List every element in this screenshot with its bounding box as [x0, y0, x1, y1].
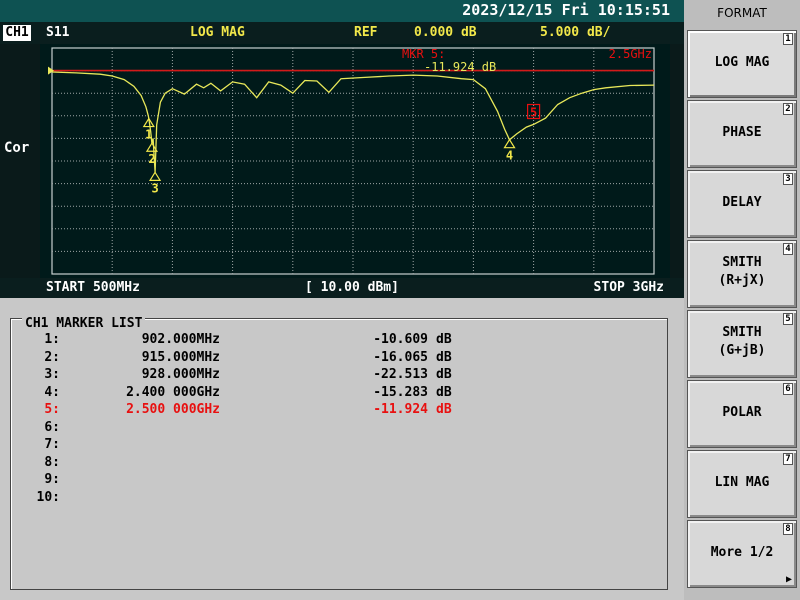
- marker-frequency: 902.000MHz: [141, 332, 220, 347]
- marker-list-row[interactable]: 3: 928.000MHz -22.513 dB: [30, 367, 452, 385]
- correction-label: Cor: [4, 140, 30, 156]
- marker-index: 4:: [44, 384, 60, 400]
- marker-list-row[interactable]: 2: 915.000MHz -16.065 dB: [30, 349, 452, 368]
- marker-value: -16.065: [373, 349, 428, 365]
- marker-list-row[interactable]: 7:: [30, 437, 436, 455]
- start-frequency: START 500MHz: [46, 280, 140, 295]
- marker-index: 7:: [44, 437, 60, 452]
- scale-value: 5.000 dB/: [540, 25, 611, 40]
- marker-label: 3: [151, 181, 158, 195]
- ref-label: REF: [354, 25, 378, 40]
- softkey-smith-rjx[interactable]: 4 SMITH (R+jX): [687, 240, 797, 308]
- softkey-polar[interactable]: 6 POLAR: [687, 380, 797, 448]
- marker-index: 8:: [44, 454, 60, 470]
- channel-header: CH1 S11 LOG MAG REF 0.000 dB 5.000 dB/: [0, 22, 684, 44]
- stop-frequency: STOP 3GHz: [593, 280, 664, 295]
- marker-frequency: 2.400 000GHz: [126, 384, 220, 400]
- marker-index: 2:: [44, 349, 60, 365]
- marker-unit: dB: [436, 384, 452, 400]
- marker-list-row[interactable]: 8:: [30, 455, 436, 473]
- softkey-label: More 1/2: [710, 545, 774, 560]
- softkey-number: 7: [783, 453, 793, 465]
- softkey-panel: FORMAT 1 LOG MAG 2 PHASE 3 DELAY 4 SMITH (R+jX) 5…: [684, 0, 800, 600]
- active-marker-value: -11.924 dB: [424, 60, 496, 74]
- format-label: LOG MAG: [190, 25, 245, 40]
- marker-unit: dB: [436, 402, 452, 417]
- channel-label[interactable]: CH1: [3, 25, 31, 41]
- marker-list-row[interactable]: 5: 2.500 000GHz -11.924 dB: [30, 402, 452, 420]
- reference-pointer-icon: [48, 66, 54, 75]
- marker-index: 9:: [44, 472, 60, 487]
- ref-value: 0.000 dB: [414, 25, 477, 40]
- softkey-lin-mag[interactable]: 7 LIN MAG: [687, 450, 797, 518]
- softkey-sublabel: (R+jX): [718, 273, 766, 288]
- softkey-number: 3: [783, 173, 793, 185]
- softkey-label: LIN MAG: [714, 475, 770, 490]
- datetime: 2023/12/15 Fri 10:15:51: [462, 1, 670, 19]
- softkey-log-mag[interactable]: 1 LOG MAG: [687, 30, 797, 98]
- marker-list-row[interactable]: 10:: [30, 490, 436, 508]
- marker-index: 5:: [44, 402, 60, 417]
- marker-index: 1:: [44, 332, 60, 347]
- marker-label: 2: [148, 152, 155, 166]
- softkey-label: PHASE: [722, 125, 762, 140]
- softkey-label: SMITH: [722, 255, 762, 270]
- marker-frequency: 928.000MHz: [141, 367, 220, 382]
- softkey-smith-gjb[interactable]: 5 SMITH (G+jB): [687, 310, 797, 378]
- softkey-number: 4: [783, 243, 793, 255]
- marker-list-title: CH1 MARKER LIST: [22, 316, 146, 331]
- marker-value: -10.609: [373, 332, 428, 347]
- marker-unit: dB: [436, 367, 452, 382]
- marker-list-row[interactable]: 4: 2.400 000GHz -15.283 dB: [30, 384, 452, 403]
- softkey-number: 5: [783, 313, 793, 325]
- marker-label: 5: [530, 105, 537, 119]
- softkey-phase[interactable]: 2 PHASE: [687, 100, 797, 168]
- status-bar: 2023/12/15 Fri 10:15:51: [0, 0, 684, 22]
- marker-label: 4: [506, 149, 513, 163]
- softkey-label: LOG MAG: [714, 55, 770, 70]
- marker-list-panel: CH1 MARKER LIST 1: 902.000MHz -10.609 dB 2: 9…: [0, 298, 684, 600]
- softkey-menu-title: FORMAT: [717, 6, 767, 20]
- marker-unit: dB: [436, 332, 452, 347]
- source-power: [ 10.00 dBm]: [305, 280, 399, 295]
- marker-unit: dB: [436, 349, 452, 365]
- parameter-label: S11: [46, 25, 70, 40]
- marker-value: -22.513: [373, 367, 428, 382]
- softkey-number: 6: [783, 383, 793, 395]
- marker-triangle-icon: [503, 138, 516, 149]
- softkey-delay[interactable]: 3 DELAY: [687, 170, 797, 238]
- softkey-sublabel: (G+jB): [718, 343, 766, 358]
- marker-frequency: 915.000MHz: [141, 349, 220, 365]
- marker-index: 6:: [44, 419, 60, 435]
- softkey-label: SMITH: [722, 325, 762, 340]
- active-marker-label: MKR 5:: [402, 47, 445, 61]
- marker-index: 3:: [44, 367, 60, 382]
- marker-list-row[interactable]: 1: 902.000MHz -10.609 dB: [30, 332, 452, 350]
- active-marker-frequency: 2.5GHz: [609, 47, 652, 61]
- more-arrow-icon: ▶: [785, 574, 792, 585]
- sweep-info-bar: START 500MHz [ 10.00 dBm] STOP 3GHz: [0, 278, 684, 298]
- softkey-number: 2: [783, 103, 793, 115]
- marker-triangle-icon: [148, 171, 162, 181]
- marker-list-row[interactable]: 6:: [30, 420, 436, 438]
- marker-frequency: 2.500 000GHz: [126, 402, 220, 417]
- trace-plot-svg: 1 2 3 4 5 MKR 5: 2.5GHz -11.924 dB: [48, 47, 655, 275]
- marker-value: -11.924: [373, 402, 428, 417]
- marker-list-row[interactable]: 9:: [30, 472, 436, 490]
- softkey-more-1-2[interactable]: 8 More 1/2 ▶: [687, 520, 797, 588]
- marker-index: 10:: [36, 489, 60, 505]
- softkey-number: 8: [783, 523, 793, 535]
- softkey-label: DELAY: [722, 195, 762, 210]
- softkey-label: POLAR: [722, 405, 762, 420]
- marker-value: -15.283: [373, 384, 428, 400]
- trace-plot: 1 2 3 4 5 MKR 5: 2.5GHz -11.924 dB: [40, 44, 670, 278]
- softkey-number: 1: [783, 33, 793, 45]
- marker-label: 1: [145, 128, 152, 142]
